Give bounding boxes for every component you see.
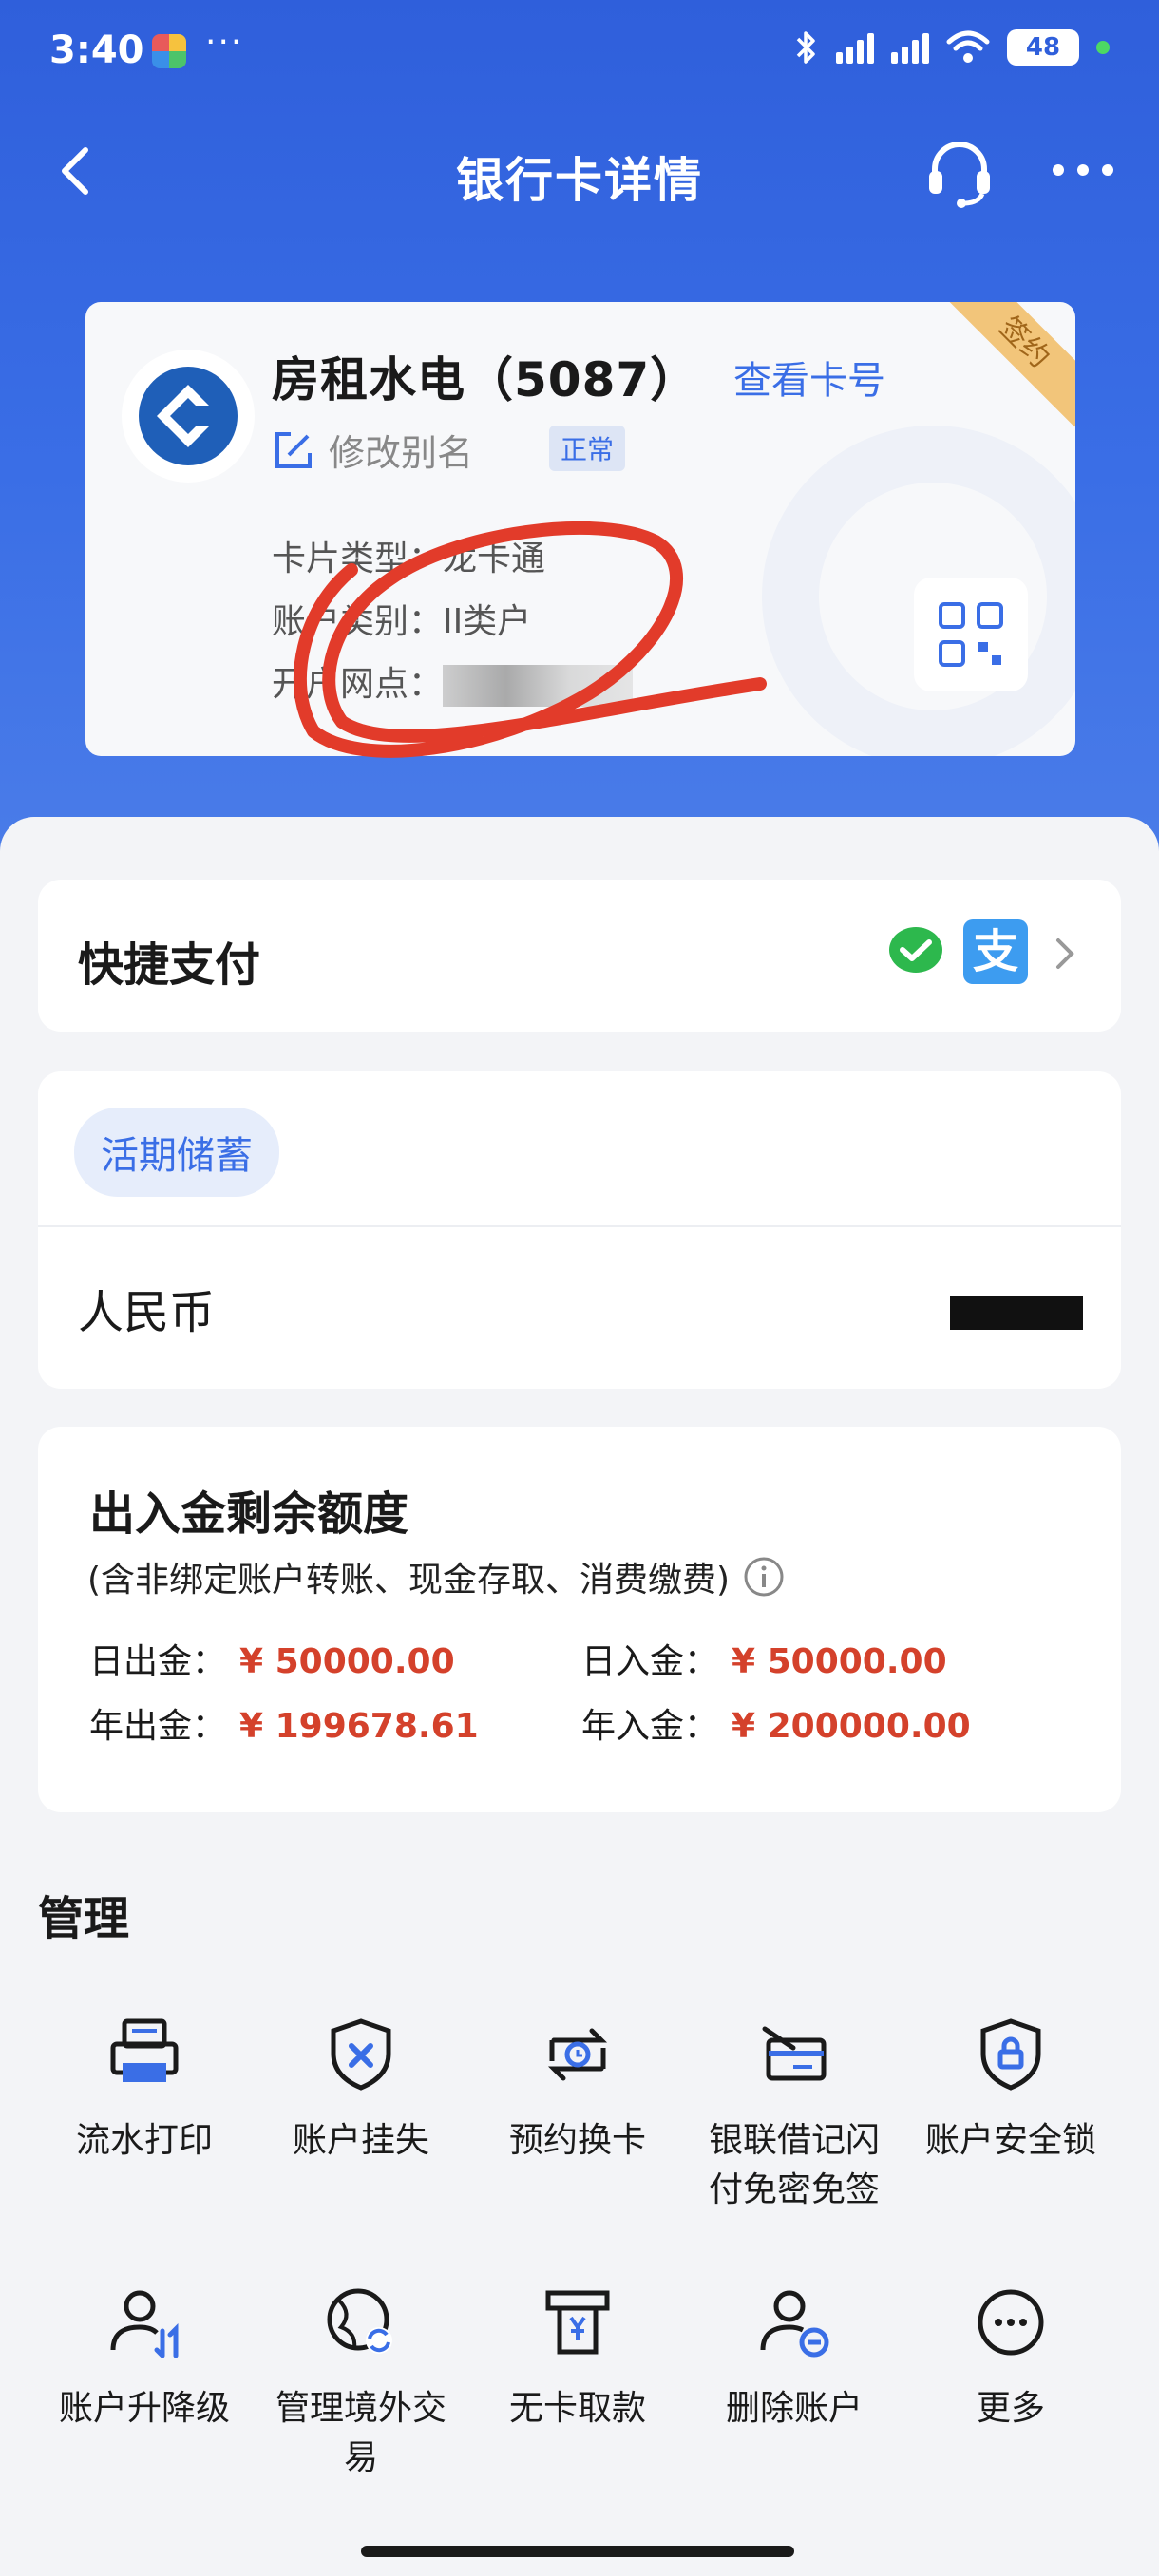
manage-section-title: 管理	[38, 1892, 130, 1945]
yearly-out-row: 年出金： ¥ 199678.61	[89, 1698, 479, 1748]
card-swap-icon	[547, 2028, 608, 2081]
ccb-logo-icon	[139, 367, 238, 465]
bank-logo	[122, 350, 255, 483]
quick-pay-row[interactable]: 快捷支付 支	[38, 880, 1121, 1032]
grid-label: 账户挂失	[292, 2121, 429, 2160]
report-loss-button[interactable]: 账户挂失	[253, 2012, 469, 2166]
home-indicator[interactable]	[361, 2546, 794, 2557]
cardless-withdrawal-button[interactable]: 无卡取款	[469, 2280, 686, 2434]
bank-card: 房租水电（5087） 查看卡号 签约 修改别名 正常 卡片类型：龙卡通 账户类别…	[86, 302, 1075, 756]
customer-service-icon[interactable]	[922, 135, 998, 211]
limits-subtitle-text: (含非绑定账户转账、现金存取、消费缴费)	[87, 1561, 731, 1600]
account-level-button[interactable]: 账户升降级	[36, 2280, 253, 2434]
grid-label: 管理境外交易	[275, 2389, 446, 2477]
signal-icon	[836, 31, 874, 64]
yearly-out-value: ¥ 199678.61	[239, 1707, 479, 1746]
daily-in-row: 日入金： ¥ 50000.00	[581, 1634, 947, 1683]
account-class-row: 账户类别：II类户	[272, 591, 633, 653]
card-type-label: 卡片类型：	[272, 540, 444, 578]
account-class-value: II类户	[443, 602, 532, 641]
daily-in-value: ¥ 50000.00	[732, 1642, 947, 1681]
status-bar: 3:40 ··· 48	[0, 0, 1159, 104]
status-right: 48	[794, 28, 1110, 66]
balance-redacted	[950, 1296, 1083, 1330]
card-info: 卡片类型：龙卡通 账户类别：II类户 开户网点：	[272, 528, 634, 716]
daily-out-row: 日出金： ¥ 50000.00	[89, 1634, 455, 1683]
qr-code-button[interactable]	[914, 578, 1028, 691]
globe-refresh-icon	[327, 2288, 392, 2354]
printer-icon	[110, 2018, 179, 2082]
daily-in-label: 日入金：	[581, 1642, 719, 1681]
signal-icon-2	[891, 31, 929, 64]
grid-label: 银联借记闪 付免密免签	[708, 2121, 880, 2209]
edit-alias-label: 修改别名	[329, 432, 474, 474]
nav-bar: 银行卡详情	[0, 123, 1159, 218]
branch-label: 开户网点：	[272, 665, 444, 704]
wifi-icon	[946, 30, 990, 63]
grid-label: 账户安全锁	[924, 2121, 1096, 2160]
divider	[38, 1225, 1121, 1227]
edit-icon	[276, 431, 312, 468]
alipay-icon: 支	[963, 919, 1028, 984]
quickpass-settings-button[interactable]: 银联借记闪 付免密免签	[686, 2012, 902, 2215]
more-menu-icon[interactable]	[1045, 146, 1121, 194]
more-circle-icon	[978, 2289, 1044, 2356]
grid-label: 无卡取款	[508, 2389, 646, 2428]
yearly-out-label: 年出金：	[89, 1707, 227, 1746]
battery-indicator: 48	[1007, 29, 1079, 66]
shield-lock-icon	[980, 2018, 1041, 2091]
info-icon[interactable]	[743, 1556, 785, 1598]
card-replace-button[interactable]: 预约换卡	[469, 2012, 686, 2166]
savings-account-panel[interactable]: 活期储蓄 人民币	[38, 1071, 1121, 1389]
edit-alias-button[interactable]: 修改别名	[272, 424, 473, 476]
grid-label: 账户升降级	[58, 2389, 230, 2428]
status-badge: 正常	[549, 426, 626, 471]
view-card-number-link[interactable]: 查看卡号	[733, 350, 885, 405]
grid-label: 删除账户	[725, 2389, 863, 2428]
overseas-transactions-button[interactable]: 管理境外交易	[253, 2280, 469, 2483]
delete-account-button[interactable]: 删除账户	[686, 2280, 902, 2434]
status-dots: ···	[205, 23, 244, 62]
signed-ribbon: 签约	[940, 302, 1075, 427]
grid-label: 流水打印	[75, 2121, 213, 2160]
limits-subtitle: (含非绑定账户转账、现金存取、消费缴费)	[87, 1552, 785, 1601]
user-updown-icon	[110, 2290, 179, 2358]
statement-print-button[interactable]: 流水打印	[36, 2012, 253, 2166]
card-type-row: 卡片类型：龙卡通	[272, 528, 633, 591]
grid-label: 更多	[976, 2389, 1045, 2428]
bluetooth-icon	[796, 31, 815, 64]
daily-out-value: ¥ 50000.00	[239, 1642, 455, 1681]
app-notification-icon	[152, 34, 186, 68]
limits-panel: 出入金剩余额度 (含非绑定账户转账、现金存取、消费缴费) 日出金： ¥ 50000…	[38, 1427, 1121, 1812]
yearly-in-row: 年入金： ¥ 200000.00	[581, 1698, 971, 1748]
yearly-in-label: 年入金：	[581, 1707, 719, 1746]
quick-pay-label: 快捷支付	[78, 938, 261, 992]
user-remove-icon	[760, 2290, 829, 2358]
yearly-in-value: ¥ 200000.00	[732, 1707, 971, 1746]
chevron-right-icon	[1056, 938, 1074, 969]
card-alias: 房租水电（5087）	[272, 352, 699, 407]
card-type-value: 龙卡通	[443, 540, 546, 578]
account-class-label: 账户类别：	[272, 602, 444, 641]
more-button[interactable]: 更多	[902, 2280, 1119, 2434]
branch-row: 开户网点：	[272, 653, 634, 716]
card-tap-icon	[762, 2026, 826, 2081]
currency-label: 人民币	[78, 1286, 216, 1339]
branch-redacted	[443, 665, 634, 707]
limits-title: 出入金剩余额度	[89, 1487, 409, 1541]
daily-out-label: 日出金：	[89, 1642, 227, 1681]
grid-label: 预约换卡	[508, 2121, 646, 2160]
atm-withdraw-icon	[545, 2290, 610, 2355]
wechat-pay-icon	[889, 927, 942, 973]
qr-code-icon	[939, 602, 1003, 667]
security-lock-button[interactable]: 账户安全锁	[902, 2012, 1119, 2166]
privacy-indicator	[1096, 41, 1110, 54]
savings-type-chip[interactable]: 活期储蓄	[74, 1108, 279, 1197]
status-time: 3:40	[49, 28, 144, 72]
shield-x-icon	[331, 2018, 391, 2091]
